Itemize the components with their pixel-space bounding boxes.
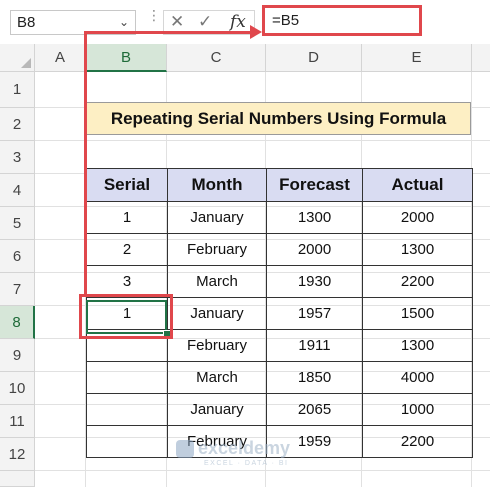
cell-month[interactable]: March [167,361,267,394]
row-header-5[interactable]: 5 [0,207,35,240]
cell-forecast[interactable]: 1911 [266,329,363,362]
column-header-a[interactable]: A [35,44,86,72]
highlight-box-cell [79,294,173,339]
cell-serial[interactable] [86,361,168,394]
cell-serial[interactable]: 3 [86,265,168,298]
enter-icon[interactable]: ✓ [198,12,212,32]
cell-serial[interactable] [86,393,168,426]
cell-actual[interactable]: 1500 [362,297,473,330]
cell-forecast[interactable]: 2000 [266,233,363,266]
table-row: 1 January 1300 2000 [86,201,473,234]
row-header-4[interactable]: 4 [0,174,35,207]
cell-forecast[interactable]: 1959 [266,425,363,458]
table-row: March 1850 4000 [86,361,473,394]
cell-actual[interactable]: 4000 [362,361,473,394]
header-actual[interactable]: Actual [362,168,473,202]
table-row: January 2065 1000 [86,393,473,426]
row-header-7[interactable]: 7 [0,273,35,306]
cell-month[interactable]: February [167,233,267,266]
row-header-6[interactable]: 6 [0,240,35,273]
cell-forecast[interactable]: 2065 [266,393,363,426]
cell-actual[interactable]: 1000 [362,393,473,426]
header-month[interactable]: Month [167,168,267,202]
table-header-row: Serial Month Forecast Actual [86,168,473,202]
cell-month[interactable]: March [167,265,267,298]
cell-actual[interactable]: 2200 [362,425,473,458]
row-header-3[interactable]: 3 [0,141,35,174]
row-header-8[interactable]: 8 [0,306,35,339]
cell-month[interactable]: February [167,425,267,458]
column-header-b[interactable]: B [86,44,167,72]
row-header-12[interactable]: 12 [0,438,35,471]
cell-actual[interactable]: 2000 [362,201,473,234]
row-header-2[interactable]: 2 [0,108,35,141]
cell-forecast[interactable]: 1300 [266,201,363,234]
annotation-arrow-line [84,31,87,294]
formula-bar: B8 ⌄ ⋮ ✕ ✓ fx =B5 [0,0,490,44]
formula-input[interactable]: =B5 [262,5,422,36]
row-header-11[interactable]: 11 [0,405,35,438]
cell-month[interactable]: January [167,201,267,234]
table-row: 3 March 1930 2200 [86,265,473,298]
table-row: 2 February 2000 1300 [86,233,473,266]
row-header-9[interactable]: 9 [0,339,35,372]
cell-forecast[interactable]: 1957 [266,297,363,330]
row-header-1[interactable]: 1 [0,72,35,108]
arrow-right-icon [250,25,262,39]
cell-month[interactable]: January [167,297,267,330]
cancel-icon[interactable]: ✕ [170,12,184,32]
table-row: February 1959 2200 [86,425,473,458]
header-forecast[interactable]: Forecast [266,168,363,202]
header-serial[interactable]: Serial [86,168,168,202]
sheet-title[interactable]: Repeating Serial Numbers Using Formula [86,102,471,135]
cell-actual[interactable]: 2200 [362,265,473,298]
annotation-arrow-line [84,31,252,34]
column-header-e[interactable]: E [362,44,472,72]
cell-serial[interactable] [86,425,168,458]
column-header-d[interactable]: D [266,44,362,72]
cell-actual[interactable]: 1300 [362,329,473,362]
cell-actual[interactable]: 1300 [362,233,473,266]
cell-forecast[interactable]: 1850 [266,361,363,394]
more-options-icon[interactable]: ⋮ [147,8,161,22]
column-header-partial[interactable] [472,44,490,72]
cell-month[interactable]: February [167,329,267,362]
insert-function-icon[interactable]: fx [230,12,246,32]
column-header-c[interactable]: C [167,44,266,72]
row-header-partial[interactable] [0,471,35,487]
cell-month[interactable]: January [167,393,267,426]
cell-forecast[interactable]: 1930 [266,265,363,298]
name-box-value: B8 [17,14,36,31]
select-all-corner[interactable] [0,44,35,72]
watermark-tagline: EXCEL · DATA · BI [204,460,289,467]
row-header-10[interactable]: 10 [0,372,35,405]
cell-serial[interactable]: 1 [86,201,168,234]
cell-serial[interactable]: 2 [86,233,168,266]
